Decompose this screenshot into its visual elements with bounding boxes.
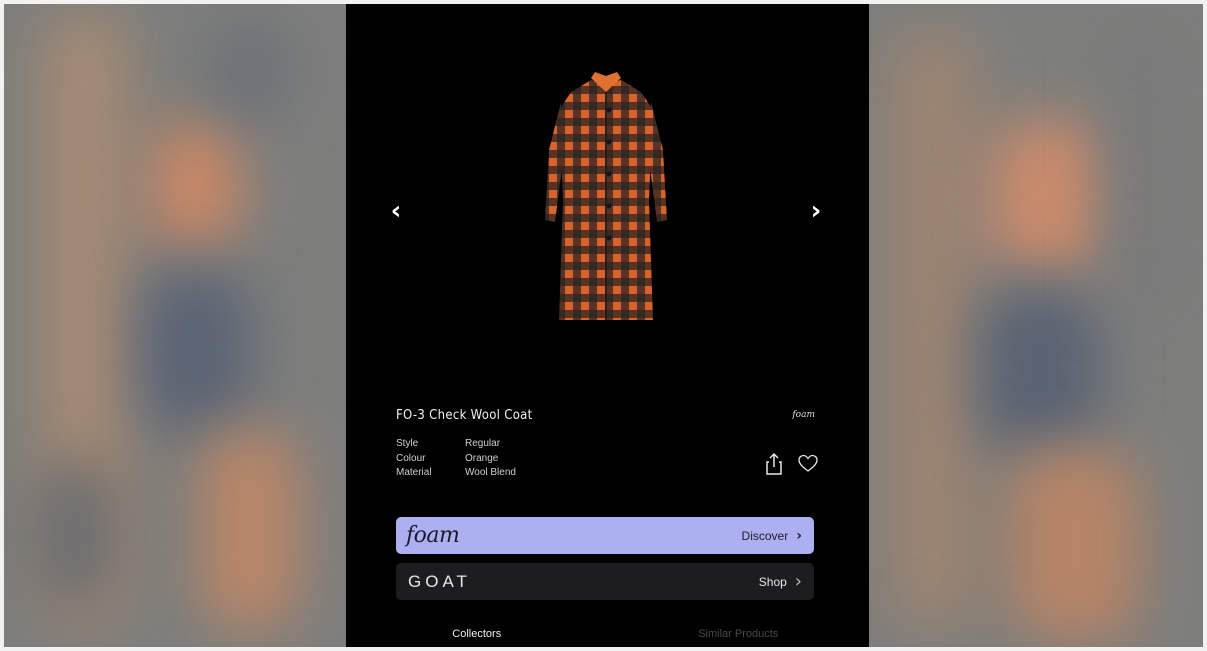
product-panel: ‹ › FO-3 Check Wool Coat foam Style Regu… — [346, 0, 869, 651]
discover-label: Discover — [741, 528, 789, 543]
spec-label: Material — [396, 467, 432, 478]
spec-row-material: Material Wool Blend — [396, 466, 516, 481]
spec-value: Wool Blend — [465, 467, 516, 478]
tab-collectors[interactable]: Collectors — [346, 628, 608, 640]
cta-action: Discover › — [742, 528, 802, 544]
product-specs: Style Regular Colour Orange Material Woo… — [396, 437, 516, 481]
product-image — [545, 72, 667, 320]
bottom-tabs: Collectors Similar Products — [346, 628, 869, 640]
cta-action: Shop › — [759, 571, 802, 592]
shop-label: Shop — [758, 574, 787, 589]
chevron-right-icon: › — [794, 571, 802, 592]
share-button[interactable] — [763, 452, 785, 476]
product-title: FO-3 Check Wool Coat — [396, 408, 533, 423]
tab-similar-products[interactable]: Similar Products — [608, 628, 870, 640]
spec-row-colour: Colour Orange — [396, 452, 516, 467]
heart-icon — [798, 454, 818, 472]
foam-logo: foam — [406, 523, 460, 548]
shop-goat-button[interactable]: GOAT Shop › — [396, 563, 814, 600]
blurred-background-left — [0, 0, 346, 651]
spec-row-style: Style Regular — [396, 437, 516, 452]
spec-value: Regular — [465, 438, 501, 449]
discover-foam-button[interactable]: foam Discover › — [396, 517, 814, 554]
chevron-right-icon: › — [810, 196, 822, 226]
chevron-right-icon: › — [796, 527, 802, 544]
previous-product-button[interactable]: ‹ — [384, 196, 408, 226]
chevron-left-icon: ‹ — [390, 196, 402, 226]
goat-logo: GOAT — [408, 571, 471, 591]
spec-label: Colour — [396, 452, 426, 464]
next-product-button[interactable]: › — [804, 196, 828, 226]
blurred-background-right — [869, 0, 1207, 651]
spec-label: Style — [396, 438, 419, 449]
share-icon — [766, 452, 782, 475]
favorite-button[interactable] — [797, 452, 819, 476]
spec-value: Orange — [465, 452, 499, 464]
brand-logo: foam — [792, 410, 815, 420]
